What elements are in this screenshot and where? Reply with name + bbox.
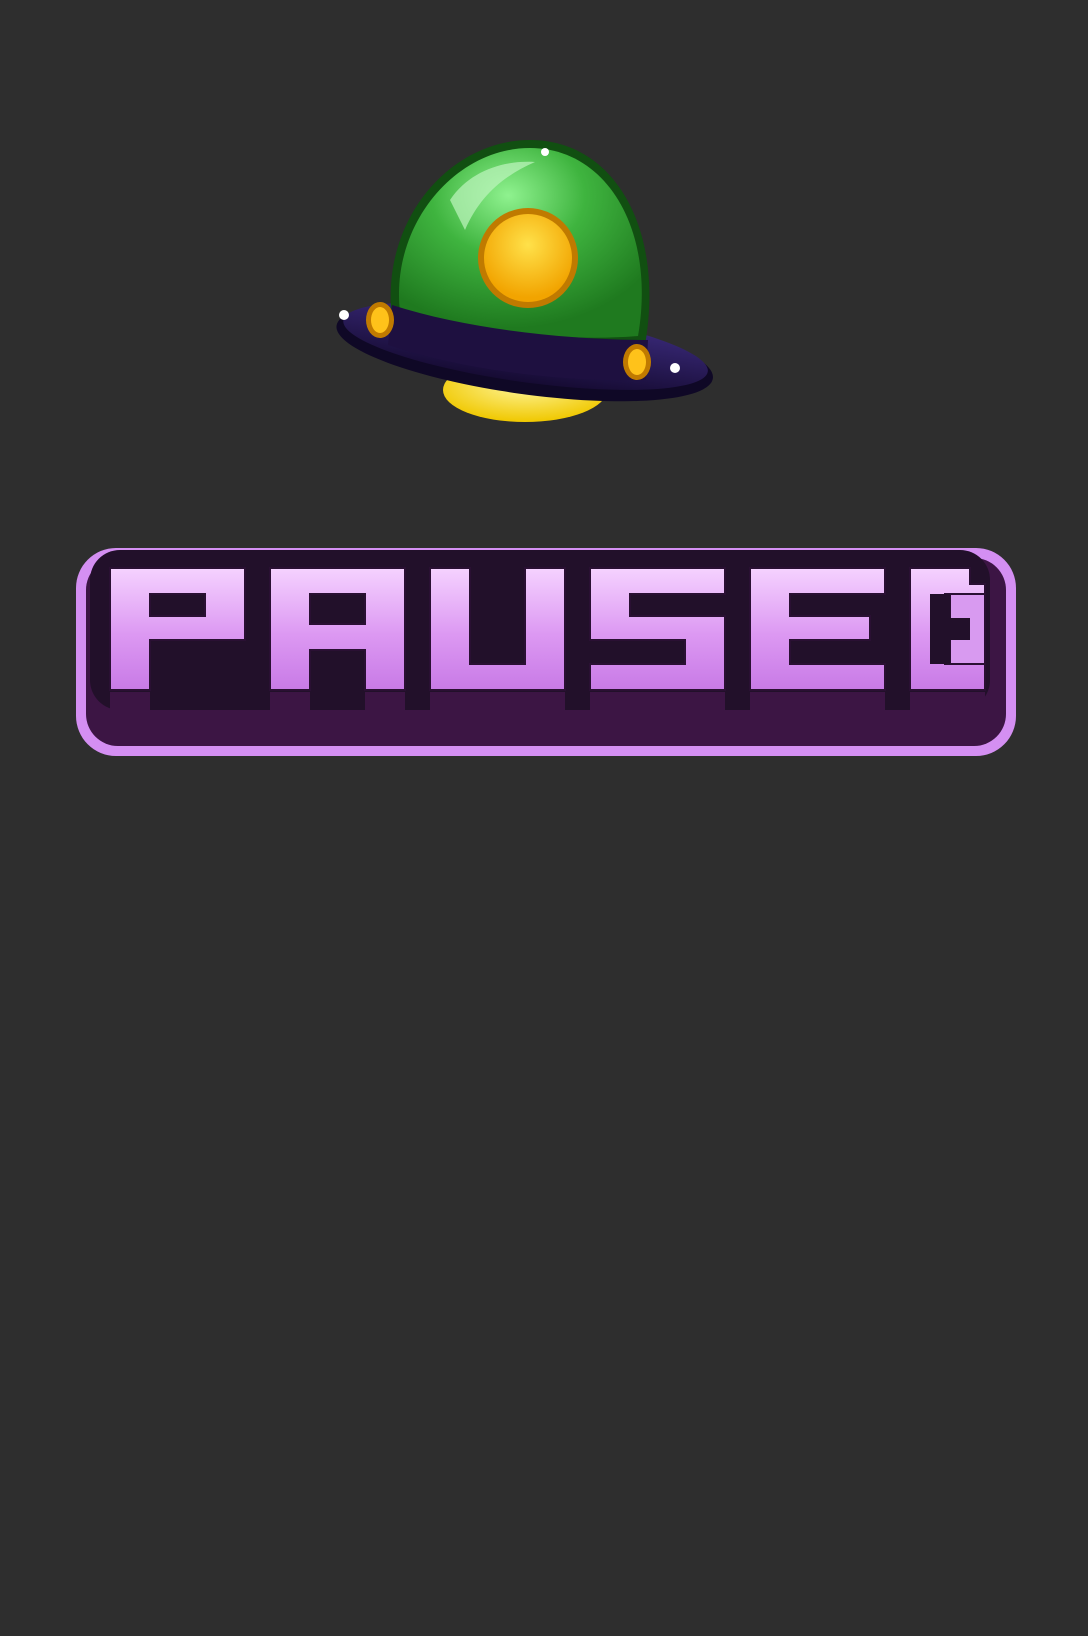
ufo-icon [336, 140, 713, 422]
paused-title-graphic [76, 548, 1016, 756]
paused-title-text: PAUSED [0, 0, 1, 1]
pause-screen: PAUSED [0, 0, 1088, 1636]
